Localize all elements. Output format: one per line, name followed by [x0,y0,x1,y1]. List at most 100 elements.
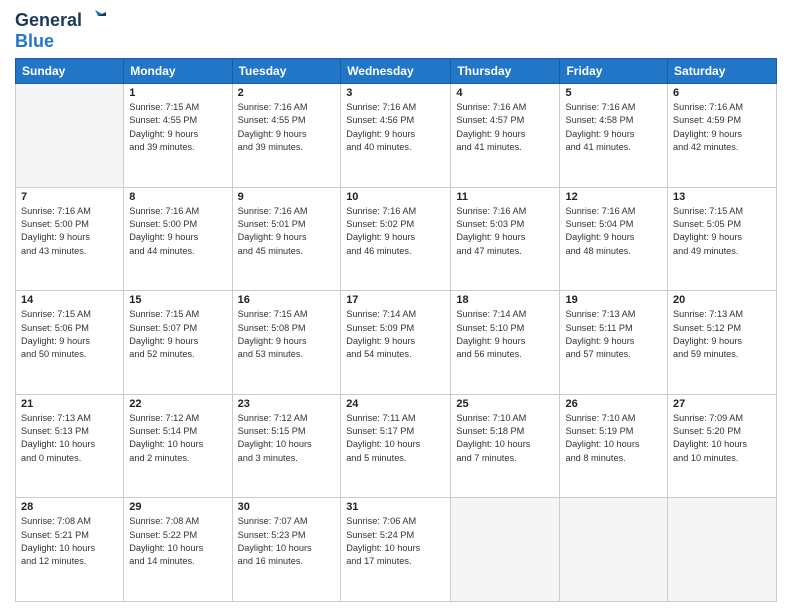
calendar-cell: 31 Sunrise: 7:06 AMSunset: 5:24 PMDayligh… [341,498,451,602]
day-info: Sunrise: 7:16 AMSunset: 4:58 PMDaylight:… [565,101,662,154]
day-number: 13 [673,191,771,203]
calendar-cell [560,498,668,602]
day-info: Sunrise: 7:11 AMSunset: 5:17 PMDaylight:… [346,412,445,465]
day-info: Sunrise: 7:07 AMSunset: 5:23 PMDaylight:… [238,515,336,568]
calendar-cell: 16 Sunrise: 7:15 AMSunset: 5:08 PMDayligh… [232,291,341,395]
day-header: Saturday [668,59,777,84]
day-header: Thursday [451,59,560,84]
day-number: 18 [456,294,554,306]
calendar-cell: 1 Sunrise: 7:15 AMSunset: 4:55 PMDaylight… [124,84,232,188]
day-header: Monday [124,59,232,84]
calendar-cell: 10Sunrise: 7:16 AMSunset: 5:02 PMDayligh… [341,187,451,291]
day-info: Sunrise: 7:13 AMSunset: 5:11 PMDaylight:… [565,308,662,361]
calendar-cell: 11 Sunrise: 7:16 AMSunset: 5:03 PMDayligh… [451,187,560,291]
calendar-cell: 15 Sunrise: 7:15 AMSunset: 5:07 PMDayligh… [124,291,232,395]
day-info: Sunrise: 7:08 AMSunset: 5:22 PMDaylight:… [129,515,226,568]
day-info: Sunrise: 7:16 AMSunset: 4:55 PMDaylight:… [238,101,336,154]
calendar-cell: 9 Sunrise: 7:16 AMSunset: 5:01 PMDaylight… [232,187,341,291]
calendar-cell [668,498,777,602]
calendar-cell: 26Sunrise: 7:10 AMSunset: 5:19 PMDayligh… [560,394,668,498]
day-info: Sunrise: 7:15 AMSunset: 4:55 PMDaylight:… [129,101,226,154]
day-number: 25 [456,398,554,410]
day-number: 5 [565,87,662,99]
day-number: 19 [565,294,662,306]
day-number: 22 [129,398,226,410]
day-info: Sunrise: 7:15 AMSunset: 5:08 PMDaylight:… [238,308,336,361]
calendar-cell: 23 Sunrise: 7:12 AMSunset: 5:15 PMDayligh… [232,394,341,498]
calendar-cell: 22 Sunrise: 7:12 AMSunset: 5:14 PMDayligh… [124,394,232,498]
calendar-cell: 28 Sunrise: 7:08 AMSunset: 5:21 PMDayligh… [16,498,124,602]
day-info: Sunrise: 7:09 AMSunset: 5:20 PMDaylight:… [673,412,771,465]
day-info: Sunrise: 7:13 AMSunset: 5:13 PMDaylight:… [21,412,118,465]
logo: General Blue [15,10,106,52]
day-info: Sunrise: 7:16 AMSunset: 5:02 PMDaylight:… [346,205,445,258]
day-header: Sunday [16,59,124,84]
calendar-cell [16,84,124,188]
logo-blue: Blue [15,31,54,52]
day-number: 2 [238,87,336,99]
day-number: 20 [673,294,771,306]
day-number: 9 [238,191,336,203]
calendar-cell: 20Sunrise: 7:13 AMSunset: 5:12 PMDayligh… [668,291,777,395]
day-number: 4 [456,87,554,99]
calendar-cell: 24 Sunrise: 7:11 AMSunset: 5:17 PMDayligh… [341,394,451,498]
calendar-cell: 4 Sunrise: 7:16 AMSunset: 4:57 PMDaylight… [451,84,560,188]
day-info: Sunrise: 7:16 AMSunset: 5:03 PMDaylight:… [456,205,554,258]
calendar-cell: 25 Sunrise: 7:10 AMSunset: 5:18 PMDayligh… [451,394,560,498]
day-number: 23 [238,398,336,410]
day-info: Sunrise: 7:16 AMSunset: 4:59 PMDaylight:… [673,101,771,154]
calendar-cell: 14 Sunrise: 7:15 AMSunset: 5:06 PMDayligh… [16,291,124,395]
logo-bird-icon [84,8,106,30]
calendar-table: SundayMondayTuesdayWednesdayThursdayFrid… [15,58,777,602]
day-number: 3 [346,87,445,99]
day-info: Sunrise: 7:16 AMSunset: 5:01 PMDaylight:… [238,205,336,258]
calendar-cell: 18 Sunrise: 7:14 AMSunset: 5:10 PMDayligh… [451,291,560,395]
calendar-cell: 21 Sunrise: 7:13 AMSunset: 5:13 PMDayligh… [16,394,124,498]
calendar-cell [451,498,560,602]
day-info: Sunrise: 7:15 AMSunset: 5:05 PMDaylight:… [673,205,771,258]
calendar-cell: 17Sunrise: 7:14 AMSunset: 5:09 PMDayligh… [341,291,451,395]
day-number: 12 [565,191,662,203]
calendar-cell: 12 Sunrise: 7:16 AMSunset: 5:04 PMDayligh… [560,187,668,291]
day-number: 27 [673,398,771,410]
day-info: Sunrise: 7:15 AMSunset: 5:07 PMDaylight:… [129,308,226,361]
day-number: 28 [21,501,118,513]
day-info: Sunrise: 7:14 AMSunset: 5:10 PMDaylight:… [456,308,554,361]
calendar-cell: 30Sunrise: 7:07 AMSunset: 5:23 PMDayligh… [232,498,341,602]
calendar-cell: 5 Sunrise: 7:16 AMSunset: 4:58 PMDaylight… [560,84,668,188]
day-number: 29 [129,501,226,513]
day-info: Sunrise: 7:16 AMSunset: 4:56 PMDaylight:… [346,101,445,154]
calendar-cell: 29 Sunrise: 7:08 AMSunset: 5:22 PMDayligh… [124,498,232,602]
day-info: Sunrise: 7:06 AMSunset: 5:24 PMDaylight:… [346,515,445,568]
day-number: 26 [565,398,662,410]
day-number: 14 [21,294,118,306]
day-info: Sunrise: 7:08 AMSunset: 5:21 PMDaylight:… [21,515,118,568]
day-number: 31 [346,501,445,513]
day-number: 21 [21,398,118,410]
day-header: Tuesday [232,59,341,84]
day-number: 16 [238,294,336,306]
day-info: Sunrise: 7:15 AMSunset: 5:06 PMDaylight:… [21,308,118,361]
day-info: Sunrise: 7:16 AMSunset: 5:00 PMDaylight:… [21,205,118,258]
day-header: Wednesday [341,59,451,84]
calendar-cell: 8 Sunrise: 7:16 AMSunset: 5:00 PMDaylight… [124,187,232,291]
day-number: 8 [129,191,226,203]
logo-general: General [15,10,82,31]
day-header: Friday [560,59,668,84]
calendar-cell: 27 Sunrise: 7:09 AMSunset: 5:20 PMDayligh… [668,394,777,498]
calendar-cell: 2 Sunrise: 7:16 AMSunset: 4:55 PMDaylight… [232,84,341,188]
day-info: Sunrise: 7:12 AMSunset: 5:14 PMDaylight:… [129,412,226,465]
day-number: 6 [673,87,771,99]
calendar-cell: 7 Sunrise: 7:16 AMSunset: 5:00 PMDaylight… [16,187,124,291]
day-info: Sunrise: 7:16 AMSunset: 5:04 PMDaylight:… [565,205,662,258]
day-number: 7 [21,191,118,203]
day-info: Sunrise: 7:16 AMSunset: 5:00 PMDaylight:… [129,205,226,258]
day-info: Sunrise: 7:10 AMSunset: 5:18 PMDaylight:… [456,412,554,465]
day-number: 24 [346,398,445,410]
day-info: Sunrise: 7:12 AMSunset: 5:15 PMDaylight:… [238,412,336,465]
day-number: 15 [129,294,226,306]
day-number: 1 [129,87,226,99]
day-number: 11 [456,191,554,203]
day-info: Sunrise: 7:16 AMSunset: 4:57 PMDaylight:… [456,101,554,154]
day-number: 17 [346,294,445,306]
